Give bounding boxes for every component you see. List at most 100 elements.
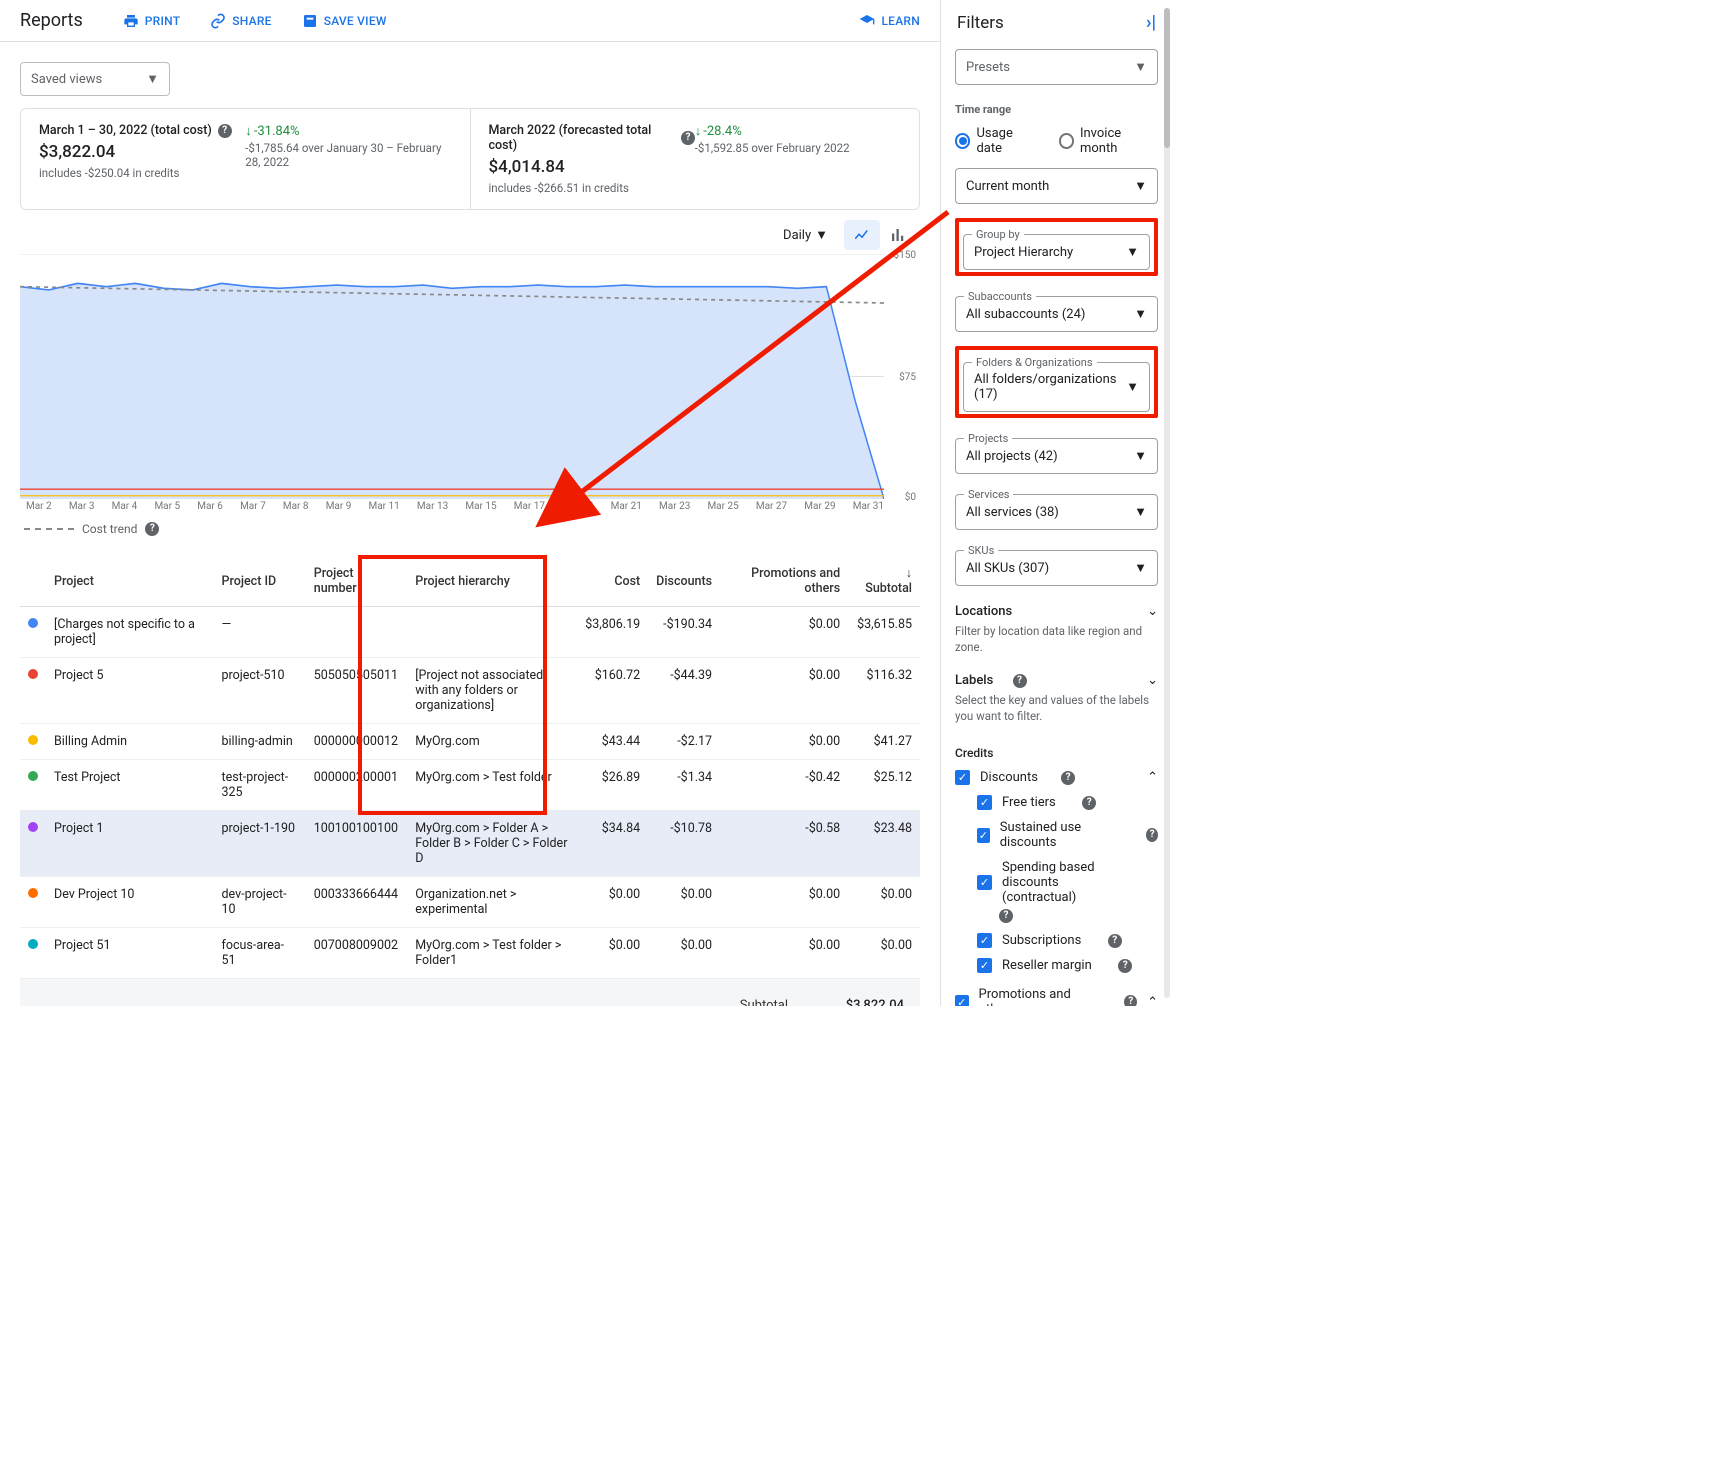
time-range-dropdown[interactable]: Current month▼ [955,168,1158,204]
cell-promo: $0.00 [720,607,848,658]
help-icon[interactable]: ? [145,522,159,536]
cell-subtotal: $41.27 [848,724,920,760]
group-by-dropdown[interactable]: Group by Project Hierarchy▼ [963,234,1150,270]
spending-toggle[interactable]: ✓Spending based discounts (contractual) [977,860,1158,905]
th-project[interactable]: Project [46,556,214,607]
locations-section[interactable]: Locations⌄ [955,604,1158,619]
subscriptions-toggle[interactable]: ✓Subscriptions ? [977,933,1158,948]
help-icon[interactable]: ? [1061,771,1075,785]
cell-project-number: 000333666444 [306,877,408,928]
folders-dropdown[interactable]: Folders & Organizations All folders/orga… [963,362,1150,412]
line-chart-icon [853,226,871,244]
labels-section[interactable]: Labels ?⌄ [955,673,1158,688]
chevron-up-icon: ⌃ [1147,995,1158,1006]
th-hierarchy[interactable]: Project hierarchy [407,556,577,607]
cell-project-id: focus-area-51 [214,928,306,979]
projects-dropdown[interactable]: Projects All projects (42)▼ [955,438,1158,474]
caret-down-icon: ▼ [1134,178,1147,194]
help-icon[interactable]: ? [1146,828,1158,842]
share-button[interactable]: SHARE [210,13,271,29]
save-view-button[interactable]: SAVE VIEW [302,13,387,29]
checkbox-icon: ✓ [977,933,992,948]
skus-dropdown[interactable]: SKUs All SKUs (307)▼ [955,550,1158,586]
cell-discounts: $0.00 [648,877,720,928]
cell-discounts: -$2.17 [648,724,720,760]
print-button[interactable]: PRINT [123,13,181,29]
locations-subtext: Filter by location data like region and … [955,623,1158,655]
checkbox-icon: ✓ [977,875,992,890]
sustained-toggle[interactable]: ✓Sustained use discounts ? [977,820,1158,850]
table-row[interactable]: Test Projecttest-project-325000000200001… [20,760,920,811]
scrollbar[interactable] [1164,8,1170,998]
checkbox-icon: ✓ [955,995,969,1006]
granularity-dropdown[interactable]: Daily ▼ [777,223,834,247]
subaccounts-dropdown[interactable]: Subaccounts All subaccounts (24)▼ [955,296,1158,332]
table-row[interactable]: Project 5project-510505050505011[Project… [20,658,920,724]
help-icon[interactable]: ? [999,909,1013,923]
table-row[interactable]: Project 1project-1-190100100100100MyOrg.… [20,811,920,877]
th-project-id[interactable]: Project ID [214,556,306,607]
checkbox-icon: ✓ [977,795,992,810]
filters-title: Filters [957,13,1146,33]
cell-project-id: test-project-325 [214,760,306,811]
kpi2-delta-sub: -$1,592.85 over February 2022 [695,141,901,155]
collapse-panel-icon[interactable]: ›| [1146,12,1156,33]
dashed-line-icon [24,528,74,530]
cell-project-number: 000000200001 [306,760,408,811]
save-icon [302,13,318,29]
th-subtotal[interactable]: ↓ Subtotal [848,556,920,607]
th-cost[interactable]: Cost [577,556,648,607]
th-project-number[interactable]: Project number [306,556,408,607]
help-icon[interactable]: ? [1082,796,1096,810]
line-chart-toggle[interactable] [844,220,880,250]
caret-down-icon: ▼ [1134,560,1147,576]
services-dropdown[interactable]: Services All services (38)▼ [955,494,1158,530]
cell-hierarchy: MyOrg.com > Folder A > Folder B > Folder… [407,811,577,877]
series-dot-icon [28,618,38,628]
y-tick: $0 [905,492,916,503]
cell-project-id: billing-admin [214,724,306,760]
table-row[interactable]: Billing Adminbilling-admin000000000012My… [20,724,920,760]
cell-project-id: — [214,607,306,658]
learn-button[interactable]: LEARN [859,13,920,29]
series-dot-icon [28,939,38,949]
promotions-others-toggle[interactable]: ✓Promotions and others ?⌃ [955,987,1158,1006]
time-range-label: Time range [955,103,1158,116]
help-icon[interactable]: ? [1108,934,1122,948]
caret-down-icon: ▼ [815,227,828,243]
learn-icon [859,13,875,29]
kpi1-delta: ↓-31.84% [245,123,451,139]
cell-promo: $0.00 [720,928,848,979]
cell-hierarchy [407,607,577,658]
cell-hierarchy: MyOrg.com > Test folder [407,760,577,811]
help-icon[interactable]: ? [1118,959,1132,973]
reseller-toggle[interactable]: ✓Reseller margin ? [977,958,1158,973]
help-icon[interactable]: ? [681,131,694,145]
caret-down-icon: ▼ [1134,504,1147,520]
bar-chart-toggle[interactable] [880,220,916,250]
radio-invoice-month[interactable]: Invoice month [1059,126,1158,156]
presets-dropdown[interactable]: Presets▼ [955,49,1158,85]
help-icon[interactable]: ? [1124,995,1137,1006]
page-title: Reports [20,10,83,31]
bar-chart-icon [889,226,907,244]
cell-project: Dev Project 10 [46,877,214,928]
free-tiers-toggle[interactable]: ✓Free tiers ? [977,795,1158,810]
th-discounts[interactable]: Discounts [648,556,720,607]
table-row[interactable]: Project 51focus-area-51007008009002MyOrg… [20,928,920,979]
radio-usage-date[interactable]: Usage date [955,126,1039,156]
th-promo[interactable]: Promotions and others [720,556,848,607]
kpi1-title: March 1 – 30, 2022 (total cost) [39,123,212,138]
help-icon[interactable]: ? [218,124,232,138]
saved-views-dropdown[interactable]: Saved views ▼ [20,62,170,96]
help-icon[interactable]: ? [1013,674,1027,688]
table-row[interactable]: [Charges not specific to a project]—$3,8… [20,607,920,658]
totals-block: Subtotal Tax ? Total ? $3,822.04 — $3,82… [20,979,920,1006]
cell-discounts: -$44.39 [648,658,720,724]
cell-project: Project 51 [46,928,214,979]
table-row[interactable]: Dev Project 10dev-project-10000333666444… [20,877,920,928]
discounts-toggle[interactable]: ✓Discounts ?⌃ [955,770,1158,785]
cost-chart[interactable]: $150 $75 $0 [20,254,884,499]
arrow-down-icon: ↓ [695,123,702,139]
cell-project-number [306,607,408,658]
